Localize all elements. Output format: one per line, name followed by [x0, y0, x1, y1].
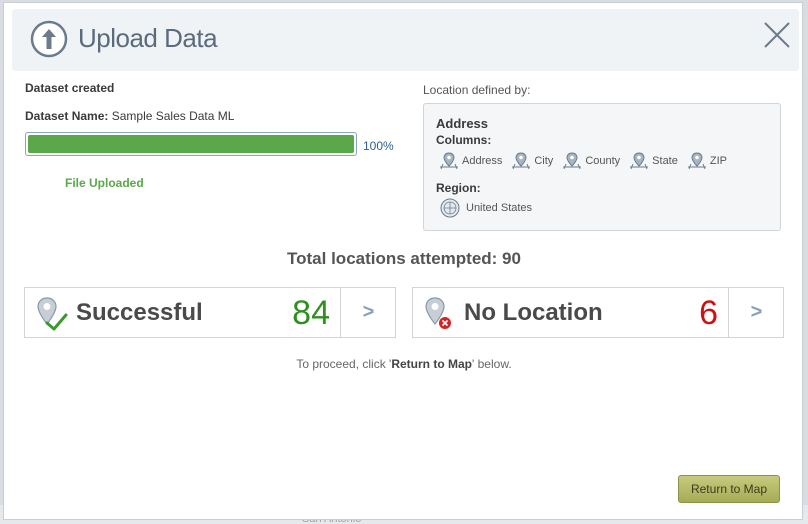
no-location-count: 6: [699, 294, 718, 332]
column-item: County: [561, 152, 620, 170]
close-icon[interactable]: [762, 20, 792, 50]
column-label: State: [652, 155, 678, 167]
location-definition-box: Address Columns: Address City County Sta…: [423, 103, 781, 231]
dialog-header: Upload Data: [12, 9, 799, 71]
region-value: United States: [440, 198, 532, 218]
map-pin-icon: [563, 152, 582, 170]
columns-label: Columns:: [436, 133, 492, 147]
column-item: Address: [438, 152, 502, 170]
proceed-text: To proceed, click ': [296, 357, 392, 371]
location-defined-label: Location defined by:: [423, 83, 531, 97]
column-item: State: [628, 152, 678, 170]
region-label: Region:: [436, 181, 481, 195]
return-to-map-button[interactable]: Return to Map: [678, 475, 780, 503]
proceed-emphasis: Return to Map: [391, 357, 472, 371]
region-name: United States: [466, 202, 533, 214]
dataset-name-row: Dataset Name: Sample Sales Data ML: [25, 109, 234, 123]
successful-label: Successful: [76, 299, 203, 326]
upload-progress-bar: [25, 132, 357, 156]
location-type: Address: [436, 116, 489, 131]
view-no-location-button[interactable]: >: [728, 288, 784, 337]
pin-error-icon: [425, 297, 451, 329]
column-label: ZIP: [709, 155, 727, 167]
column-label: County: [585, 155, 621, 167]
progress-percent: 100%: [363, 139, 394, 153]
globe-icon: [440, 198, 460, 218]
column-label: Address: [462, 155, 503, 167]
upload-dialog: Upload Data Dataset created Dataset Name…: [3, 2, 803, 520]
column-label: City: [534, 155, 554, 167]
no-location-label: No Location: [464, 299, 603, 326]
column-item: ZIP: [686, 152, 727, 170]
column-list: Address City County State ZIP: [438, 152, 727, 170]
file-uploaded-status: File Uploaded: [65, 176, 144, 190]
view-successful-button[interactable]: >: [340, 288, 396, 337]
map-pin-icon: [687, 152, 706, 170]
successful-count: 84: [292, 294, 330, 332]
successful-panel: Successful 84 >: [24, 287, 396, 338]
dialog-title: Upload Data: [78, 23, 218, 53]
column-item: City: [510, 152, 553, 170]
map-pin-icon: [630, 152, 649, 170]
proceed-text-end: ' below.: [472, 357, 512, 371]
dataset-name-value: Sample Sales Data ML: [111, 109, 235, 123]
proceed-instruction: To proceed, click 'Return to Map' below.: [4, 357, 804, 371]
dataset-name-label: Dataset Name:: [25, 109, 109, 123]
dataset-created-label: Dataset created: [25, 81, 115, 95]
progress-fill: [28, 135, 354, 153]
no-location-panel: No Location 6 >: [412, 287, 784, 338]
pin-check-icon: [37, 297, 68, 331]
upload-arrow-icon: [30, 20, 68, 58]
map-pin-icon: [512, 152, 531, 170]
total-locations-text: Total locations attempted: 90: [287, 249, 521, 268]
map-pin-icon: [440, 152, 458, 170]
